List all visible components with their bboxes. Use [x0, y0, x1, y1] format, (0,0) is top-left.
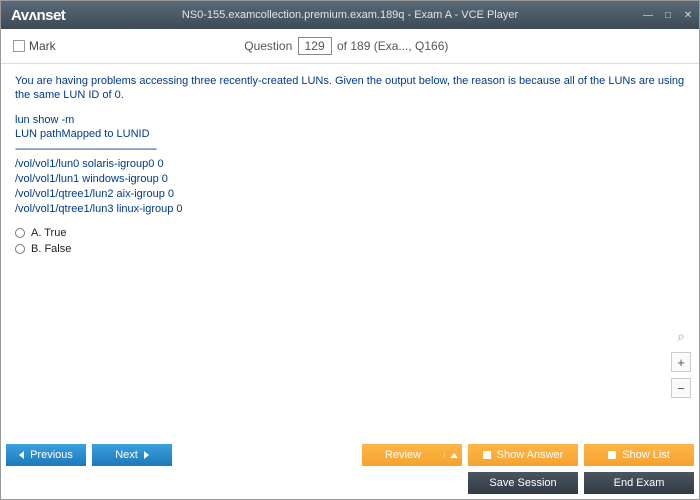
output-line: /vol/vol1/lun1 windows-igroup 0: [15, 172, 685, 187]
output-line: LUN pathMapped to LUNID: [15, 127, 685, 142]
option-a[interactable]: A. True: [15, 227, 685, 239]
zoom-in-button[interactable]: +: [671, 352, 691, 372]
footer: Previous Next Review Show Answer Show Li…: [0, 440, 700, 500]
question-word: Question: [244, 39, 292, 53]
close-icon[interactable]: ✕: [681, 8, 695, 22]
end-exam-button[interactable]: End Exam: [584, 472, 694, 494]
chevron-right-icon: [144, 451, 149, 459]
mark-checkbox[interactable]: [13, 40, 25, 52]
output-line: /vol/vol1/qtree1/lun2 aix-igroup 0: [15, 187, 685, 202]
radio-icon[interactable]: [15, 244, 25, 254]
output-line: /vol/vol1/qtree1/lun3 linux-igroup 0: [15, 202, 685, 217]
show-answer-button[interactable]: Show Answer: [468, 444, 578, 466]
stop-icon: [608, 451, 616, 459]
search-icon[interactable]: ⌕: [671, 326, 691, 346]
output-line: /vol/vol1/lun0 solaris-igroup0 0: [15, 157, 685, 172]
zoom-out-button[interactable]: −: [671, 378, 691, 398]
titlebar: Avᴧnset NS0-155.examcollection.premium.e…: [1, 1, 699, 29]
footer-row-2: Save Session End Exam: [0, 470, 700, 500]
answer-options: A. True B. False: [15, 227, 685, 255]
show-list-label: Show List: [622, 449, 670, 461]
chevron-up-icon[interactable]: [444, 453, 462, 458]
footer-row-1: Previous Next Review Show Answer Show Li…: [0, 440, 700, 470]
question-counter: Question 129 of 189 (Exa..., Q166): [56, 37, 637, 55]
window-title: NS0-155.examcollection.premium.exam.189q…: [182, 9, 518, 21]
next-label: Next: [115, 449, 138, 461]
maximize-icon[interactable]: □: [661, 8, 675, 22]
show-answer-label: Show Answer: [497, 449, 564, 461]
save-session-button[interactable]: Save Session: [468, 472, 578, 494]
previous-button[interactable]: Previous: [6, 444, 86, 466]
option-b[interactable]: B. False: [15, 243, 685, 255]
app-logo: Avᴧnset: [11, 7, 65, 24]
show-list-button[interactable]: Show List: [584, 444, 694, 466]
option-a-label: A. True: [31, 227, 66, 239]
option-b-label: B. False: [31, 243, 71, 255]
stop-icon: [483, 451, 491, 459]
next-button[interactable]: Next: [92, 444, 172, 466]
question-header: Mark Question 129 of 189 (Exa..., Q166): [1, 29, 699, 64]
minimize-icon[interactable]: —: [641, 8, 655, 22]
question-number-input[interactable]: 129: [298, 37, 332, 55]
question-of-text: of 189 (Exa..., Q166): [337, 39, 448, 53]
chevron-left-icon: [19, 451, 24, 459]
output-line: lun show -m: [15, 113, 685, 128]
review-label: Review: [362, 449, 444, 461]
question-content: You are having problems accessing three …: [1, 64, 699, 404]
radio-icon[interactable]: [15, 228, 25, 238]
output-separator: ----------------------------------------…: [15, 142, 685, 157]
window-controls: — □ ✕: [641, 8, 695, 22]
zoom-controls: ⌕ + −: [671, 326, 691, 398]
mark-label: Mark: [29, 39, 56, 53]
previous-label: Previous: [30, 449, 73, 461]
mark-checkbox-wrap[interactable]: Mark: [13, 39, 56, 53]
review-button[interactable]: Review: [362, 444, 462, 466]
question-text: You are having problems accessing three …: [15, 74, 685, 103]
